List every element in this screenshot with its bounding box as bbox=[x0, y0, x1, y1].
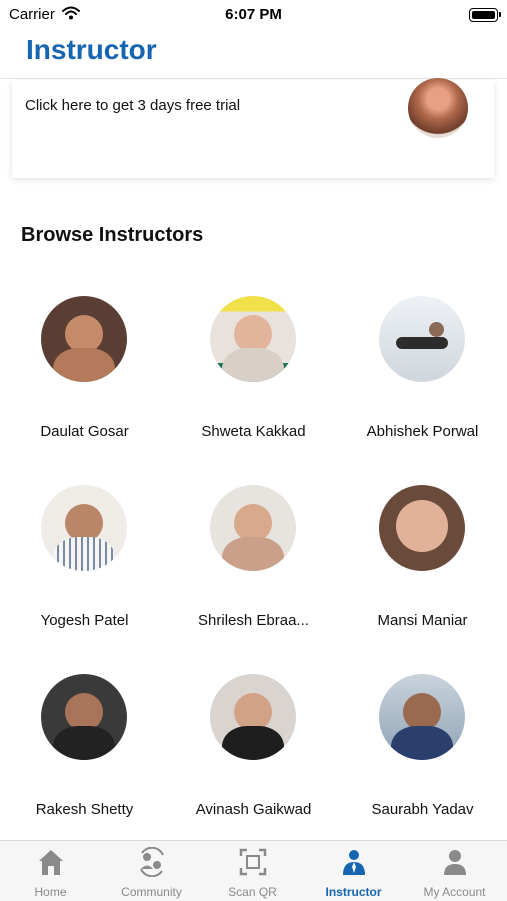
free-trial-text[interactable]: Click here to get 3 days free trial bbox=[25, 97, 240, 114]
instructor-photo[interactable] bbox=[210, 485, 296, 571]
header: Instructor bbox=[0, 28, 507, 79]
instructor-card[interactable]: Saurabh Yadav bbox=[338, 674, 507, 854]
instructor-photo[interactable] bbox=[379, 296, 465, 382]
instructor-card[interactable]: Shweta Kakkad bbox=[169, 296, 338, 476]
tab-label: Instructor bbox=[325, 885, 382, 899]
instructor-card[interactable]: Shrilesh Ebraa... bbox=[169, 485, 338, 665]
instructor-name: Daulat Gosar bbox=[40, 423, 129, 440]
instructor-photo[interactable] bbox=[210, 296, 296, 382]
instructor-photo[interactable] bbox=[210, 674, 296, 760]
tab-home[interactable]: Home bbox=[0, 841, 101, 901]
instructor-name: Avinash Gaikwad bbox=[195, 801, 312, 818]
community-icon[interactable] bbox=[101, 847, 202, 877]
scan-qr-icon[interactable] bbox=[202, 847, 303, 877]
instructor-name: Saurabh Yadav bbox=[371, 801, 474, 818]
tab-bar: Home Community Scan QR Instructor My Acc… bbox=[0, 840, 507, 901]
instructor-card[interactable]: Rakesh Shetty bbox=[0, 674, 169, 854]
instructor-card[interactable]: Avinash Gaikwad bbox=[169, 674, 338, 854]
instructor-photo[interactable] bbox=[41, 674, 127, 760]
section-title: Browse Instructors bbox=[21, 224, 204, 246]
instructor-icon[interactable] bbox=[303, 847, 404, 877]
account-icon[interactable] bbox=[404, 847, 505, 877]
instructor-name: Rakesh Shetty bbox=[35, 801, 134, 818]
battery-icon bbox=[469, 8, 501, 22]
instructor-card[interactable]: Yogesh Patel bbox=[0, 485, 169, 665]
tab-label: Scan QR bbox=[228, 885, 277, 899]
instructor-name: Shrilesh Ebraa... bbox=[198, 612, 309, 629]
tab-label: Home bbox=[34, 885, 67, 899]
status-time: 6:07 PM bbox=[225, 6, 282, 23]
home-icon[interactable] bbox=[0, 847, 101, 877]
instructor-photo[interactable] bbox=[379, 485, 465, 571]
instructor-name: Abhishek Porwal bbox=[366, 423, 479, 440]
tab-community[interactable]: Community bbox=[101, 841, 202, 901]
free-trial-card[interactable]: Click here to get 3 days free trial bbox=[12, 78, 494, 178]
trial-avatar bbox=[408, 78, 468, 138]
instructor-photo[interactable] bbox=[379, 674, 465, 760]
instructor-photo[interactable] bbox=[41, 296, 127, 382]
tab-label: Community bbox=[121, 885, 182, 899]
instructor-name: Mansi Maniar bbox=[377, 612, 468, 629]
page-title: Instructor bbox=[26, 34, 157, 65]
tab-label: My Account bbox=[423, 885, 486, 899]
tab-instructor[interactable]: Instructor bbox=[303, 841, 404, 901]
instructor-photo[interactable] bbox=[41, 485, 127, 571]
instructor-card[interactable]: Abhishek Porwal bbox=[338, 296, 507, 476]
instructor-card[interactable]: Daulat Gosar bbox=[0, 296, 169, 476]
status-bar: Carrier 6:07 PM bbox=[0, 0, 507, 28]
instructor-name: Shweta Kakkad bbox=[201, 423, 306, 440]
tab-scan-qr[interactable]: Scan QR bbox=[202, 841, 303, 901]
instructor-name: Yogesh Patel bbox=[40, 612, 129, 629]
instructor-card[interactable]: Mansi Maniar bbox=[338, 485, 507, 665]
tab-my-account[interactable]: My Account bbox=[404, 841, 505, 901]
